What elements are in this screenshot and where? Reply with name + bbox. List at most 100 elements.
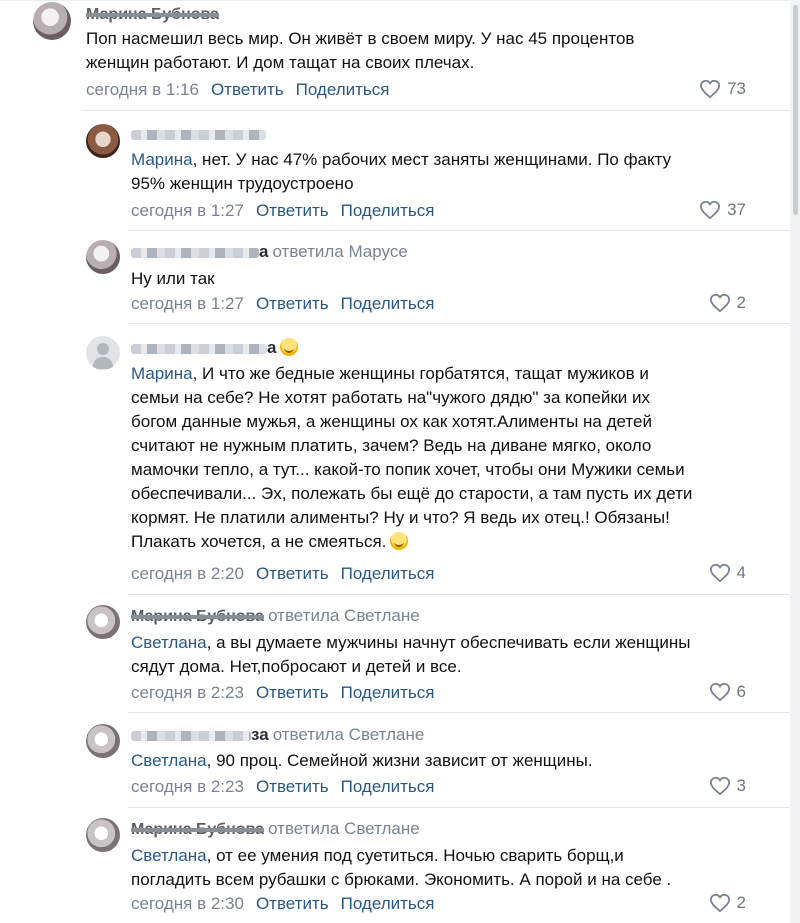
comment-meta: сегодня в 2:23 Ответить Поделиться — [131, 683, 435, 703]
text-line: обеспечивали... Эх, полежать бы ещё до с… — [131, 484, 693, 503]
comment-meta: сегодня в 2:23 Ответить Поделиться — [131, 777, 435, 797]
text-line: богом данные мужья, а женщины ох как хот… — [131, 412, 652, 431]
blurred-name — [131, 343, 267, 354]
scrollbar-thumb[interactable] — [793, 5, 798, 215]
comment-text: Светлана, 90 проц. Семейной жизни зависи… — [131, 749, 771, 773]
blurred-name — [131, 247, 259, 258]
avatar[interactable] — [86, 724, 120, 758]
avatar[interactable] — [86, 818, 120, 852]
timestamp[interactable]: сегодня в 1:27 — [131, 201, 244, 220]
mention-link[interactable]: Марина — [131, 364, 193, 383]
avatar[interactable] — [86, 605, 120, 639]
share-button[interactable]: Поделиться — [341, 294, 435, 313]
share-button[interactable]: Поделиться — [341, 777, 435, 796]
text-line: Поп насмешил весь мир. Он живёт в своем … — [86, 29, 635, 48]
text-line: мамочки тепло, а тут... какой-то попик х… — [131, 460, 685, 479]
timestamp[interactable]: сегодня в 2:23 — [131, 777, 244, 796]
like-button[interactable]: 6 — [709, 682, 746, 702]
divider — [82, 110, 794, 111]
heart-icon — [700, 79, 721, 99]
avatar[interactable] — [33, 2, 71, 40]
comment-text: Поп насмешил весь мир. Он живёт в своем … — [86, 27, 766, 75]
timestamp[interactable]: сегодня в 2:30 — [131, 894, 244, 913]
comment-meta: сегодня в 2:30 Ответить Поделиться — [131, 894, 435, 914]
relieved-face-icon — [390, 532, 409, 550]
text-line: Марина, нет. У нас 47% рабочих мест заня… — [131, 150, 672, 169]
divider — [128, 323, 794, 324]
author-name[interactable] — [131, 124, 266, 144]
text-line: считают не нужным платить, зачем? Ведь н… — [131, 436, 652, 455]
like-count: 37 — [727, 200, 746, 219]
comment-text: Марина, И что же бедные женщины горбатят… — [131, 362, 771, 554]
like-count: 3 — [736, 776, 746, 795]
text-line: кормят. Не платили алименты? Ну и что? Я… — [131, 508, 670, 527]
divider — [128, 230, 794, 231]
text-line: 95% женщин трудоустроено — [131, 174, 354, 193]
mention-link[interactable]: Светлана — [131, 633, 207, 652]
timestamp[interactable]: сегодня в 1:16 — [86, 80, 199, 99]
avatar[interactable] — [86, 240, 120, 274]
avatar[interactable] — [86, 124, 120, 158]
text-line: погладить всем рубашки с брюками. Эконом… — [131, 870, 672, 889]
reply-button[interactable]: Ответить — [256, 777, 329, 796]
like-button[interactable]: 73 — [699, 79, 746, 99]
avatar[interactable] — [86, 336, 120, 370]
like-count: 73 — [727, 79, 746, 98]
like-button[interactable]: 37 — [699, 200, 746, 220]
replied-to[interactable]: ответила Светлане — [268, 606, 420, 625]
heart-icon — [709, 893, 730, 913]
timestamp[interactable]: сегодня в 1:27 — [131, 294, 244, 313]
heart-icon — [709, 563, 730, 583]
author-name[interactable]: Марина Бубнова ответила Светлане — [131, 606, 420, 626]
text-line: Марина, И что же бедные женщины горбатят… — [131, 364, 649, 383]
text-line: женщин работают. И дом тащат на своих пл… — [86, 53, 475, 72]
text-line: Светлана, а вы думаете мужчины начнут об… — [131, 633, 691, 652]
share-button[interactable]: Поделиться — [341, 894, 435, 913]
comment-text: Светлана, а вы думаете мужчины начнут об… — [131, 631, 771, 679]
author-name[interactable]: Марина Бубнова — [86, 4, 219, 24]
reply-button[interactable]: Ответить — [256, 294, 329, 313]
like-button[interactable]: 2 — [709, 293, 746, 313]
replied-to[interactable]: ответила Светлане — [273, 725, 425, 744]
comment-meta: сегодня в 1:16 Ответить Поделиться — [86, 80, 390, 100]
like-button[interactable]: 2 — [709, 893, 746, 913]
timestamp[interactable]: сегодня в 2:20 — [131, 564, 244, 583]
author-name[interactable]: а — [131, 338, 299, 358]
smiling-face-icon — [280, 338, 299, 356]
reply-button[interactable]: Ответить — [256, 894, 329, 913]
share-button[interactable]: Поделиться — [341, 201, 435, 220]
like-button[interactable]: 4 — [709, 563, 746, 583]
divider — [128, 712, 794, 713]
share-button[interactable]: Поделиться — [296, 80, 390, 99]
blurred-name — [131, 730, 251, 741]
reply-button[interactable]: Ответить — [256, 201, 329, 220]
comment-text: Марина, нет. У нас 47% рабочих мест заня… — [131, 148, 771, 196]
author-name[interactable]: Марина Бубнова ответила Светлане — [131, 819, 420, 839]
timestamp[interactable]: сегодня в 2:23 — [131, 683, 244, 702]
reply-button[interactable]: Ответить — [256, 683, 329, 702]
replied-to[interactable]: ответила Светлане — [268, 819, 420, 838]
author-name[interactable]: а ответила Марусе — [131, 242, 408, 262]
heart-icon — [709, 682, 730, 702]
like-count: 2 — [736, 293, 746, 312]
share-button[interactable]: Поделиться — [341, 683, 435, 702]
comments-feed: Марина Бубнова Поп насмешил весь мир. Он… — [0, 0, 800, 923]
author-name[interactable]: за ответила Светлане — [131, 725, 424, 745]
mention-link[interactable]: Светлана — [131, 751, 207, 770]
share-button[interactable]: Поделиться — [341, 564, 435, 583]
reply-button[interactable]: Ответить — [256, 564, 329, 583]
comment-meta: сегодня в 1:27 Ответить Поделиться — [131, 201, 435, 221]
like-count: 6 — [736, 682, 746, 701]
replied-to[interactable]: ответила Марусе — [272, 242, 407, 261]
comment-meta: сегодня в 2:20 Ответить Поделиться — [131, 564, 435, 584]
reply-button[interactable]: Ответить — [211, 80, 284, 99]
divider — [128, 807, 794, 808]
text-line: Плакать хочется, а не смеяться. — [131, 530, 771, 554]
like-button[interactable]: 3 — [709, 776, 746, 796]
comment-text: Светлана, от ее умения под суетиться. Но… — [131, 844, 771, 892]
like-count: 4 — [736, 563, 746, 582]
mention-link[interactable]: Светлана — [131, 846, 207, 865]
blurred-name — [131, 129, 266, 140]
mention-link[interactable]: Марина — [131, 150, 193, 169]
comment-meta: сегодня в 1:27 Ответить Поделиться — [131, 294, 435, 314]
